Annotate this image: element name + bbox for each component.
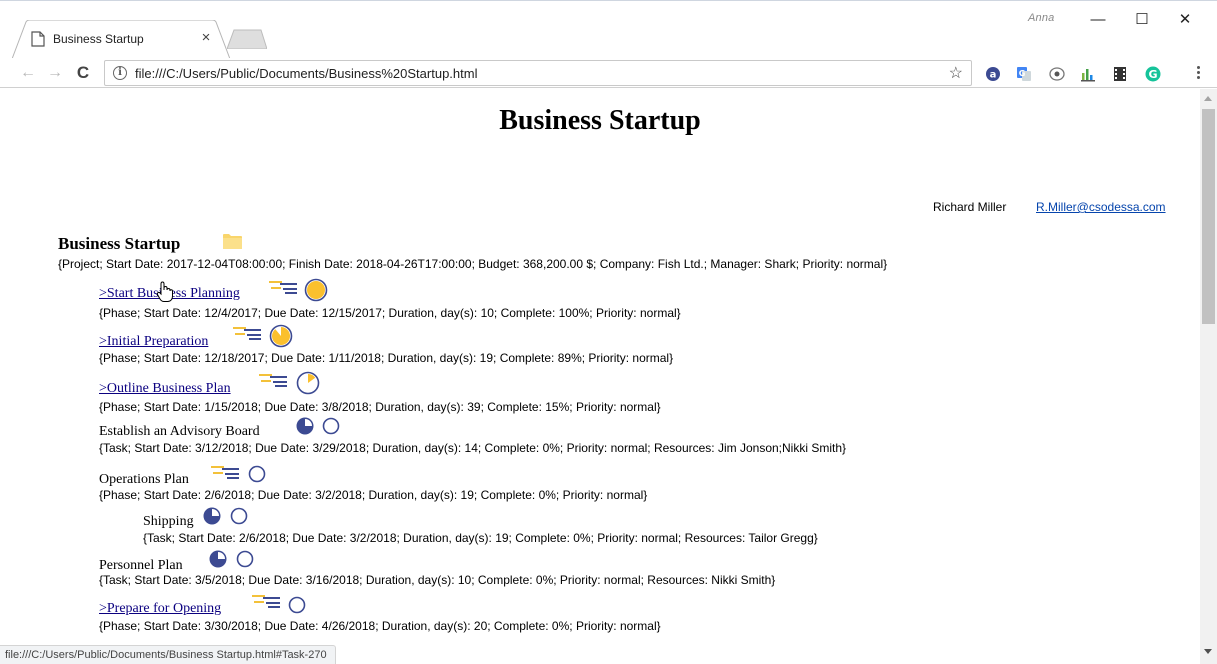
bar-chart-icon[interactable] bbox=[1080, 66, 1096, 82]
item-details: {Phase; Start Date: 2/6/2018; Due Date: … bbox=[99, 488, 648, 502]
folder-icon bbox=[223, 234, 242, 249]
tab-title: Business Startup bbox=[53, 32, 144, 46]
reload-icon[interactable]: C bbox=[72, 62, 94, 84]
close-window-button[interactable]: ✕ bbox=[1165, 5, 1205, 35]
browser-tab[interactable]: Business Startup × bbox=[12, 20, 230, 59]
scroll-thumb[interactable] bbox=[1202, 109, 1215, 324]
hand-cursor-icon bbox=[156, 281, 173, 302]
google-translate-icon[interactable]: G bbox=[1016, 66, 1032, 82]
phase-bars-icon bbox=[233, 324, 263, 347]
scroll-up-arrow-icon[interactable] bbox=[1204, 96, 1212, 101]
item-title-prepare-for-opening[interactable]: >Prepare for Opening bbox=[99, 601, 221, 617]
status-bar-url: file:///C:/Users/Public/Documents/Busine… bbox=[0, 645, 336, 664]
item-details: {Phase; Start Date: 1/15/2018; Due Date:… bbox=[99, 400, 661, 414]
back-arrow-icon[interactable]: ← bbox=[17, 62, 39, 84]
page-content: Business Startup Richard Miller R.Miller… bbox=[0, 89, 1200, 664]
item-title-outline-business-plan[interactable]: >Outline Business Plan bbox=[99, 381, 231, 397]
item-title-operations-plan: Operations Plan bbox=[99, 472, 189, 487]
progress-pie-icon bbox=[269, 324, 293, 353]
browser-toolbar: ← → C i file:///C:/Users/Public/Document… bbox=[0, 58, 1217, 88]
author-email-link[interactable]: R.Miller@csodessa.com bbox=[1036, 200, 1166, 214]
eye-extension-icon[interactable] bbox=[1049, 66, 1065, 82]
info-icon[interactable]: i bbox=[113, 66, 127, 80]
page-title: Business Startup bbox=[499, 105, 701, 136]
project-title: Business Startup bbox=[58, 234, 181, 253]
progress-pie-icon bbox=[304, 278, 328, 307]
item-details: {Task; Start Date: 2/6/2018; Due Date: 3… bbox=[143, 531, 818, 545]
item-title-shipping: Shipping bbox=[143, 514, 194, 529]
menu-dots-icon[interactable] bbox=[1192, 64, 1204, 84]
progress-pie-icon bbox=[288, 596, 306, 619]
item-title-initial-preparation[interactable]: >Initial Preparation bbox=[99, 334, 208, 350]
progress-pie-icon bbox=[230, 507, 248, 530]
tab-close-icon[interactable]: × bbox=[198, 29, 214, 46]
clock-icon bbox=[296, 417, 314, 440]
author-name: Richard Miller bbox=[933, 200, 1007, 214]
title-bar: Business Startup × Anna — ☐ ✕ bbox=[0, 0, 1217, 59]
window-user-label[interactable]: Anna bbox=[1028, 12, 1055, 24]
phase-bars-icon bbox=[269, 278, 299, 301]
item-details: {Phase; Start Date: 3/30/2018; Due Date:… bbox=[99, 619, 661, 633]
phase-bars-icon bbox=[259, 371, 289, 394]
minimize-button[interactable]: — bbox=[1078, 5, 1118, 35]
progress-pie-icon bbox=[248, 465, 266, 488]
svg-text:G: G bbox=[1148, 68, 1157, 81]
film-icon[interactable] bbox=[1112, 66, 1128, 82]
forward-arrow-icon[interactable]: → bbox=[44, 62, 66, 84]
url-text[interactable]: file:///C:/Users/Public/Documents/Busine… bbox=[135, 66, 477, 81]
vertical-scrollbar[interactable] bbox=[1200, 89, 1217, 664]
progress-pie-icon bbox=[296, 371, 320, 400]
item-details: {Task; Start Date: 3/12/2018; Due Date: … bbox=[99, 441, 847, 455]
item-details: {Task; Start Date: 3/5/2018; Due Date: 3… bbox=[99, 573, 776, 587]
phase-bars-icon bbox=[252, 592, 282, 615]
grammarly-icon[interactable]: G bbox=[1145, 66, 1161, 82]
translate-icon[interactable]: a bbox=[985, 66, 1001, 82]
scroll-down-arrow-icon[interactable] bbox=[1204, 649, 1212, 654]
item-details: {Phase; Start Date: 12/4/2017; Due Date:… bbox=[99, 306, 681, 320]
clock-icon bbox=[209, 550, 227, 573]
document-icon bbox=[31, 31, 45, 47]
svg-text:a: a bbox=[990, 70, 997, 81]
maximize-button[interactable]: ☐ bbox=[1122, 5, 1162, 35]
phase-bars-icon bbox=[211, 463, 241, 486]
project-details: {Project; Start Date: 2017-12-04T08:00:0… bbox=[58, 257, 888, 271]
address-bar[interactable]: i file:///C:/Users/Public/Documents/Busi… bbox=[104, 60, 972, 86]
item-title-personnel-plan: Personnel Plan bbox=[99, 558, 183, 573]
item-title-establish-advisory-board: Establish an Advisory Board bbox=[99, 424, 260, 439]
progress-pie-icon bbox=[236, 550, 254, 573]
new-tab-button[interactable] bbox=[227, 29, 267, 49]
svg-text:G: G bbox=[1019, 69, 1026, 78]
progress-pie-icon bbox=[322, 417, 340, 440]
bookmark-star-icon[interactable]: ☆ bbox=[949, 63, 963, 83]
clock-icon bbox=[203, 507, 221, 530]
item-details: {Phase; Start Date: 12/18/2017; Due Date… bbox=[99, 351, 674, 365]
